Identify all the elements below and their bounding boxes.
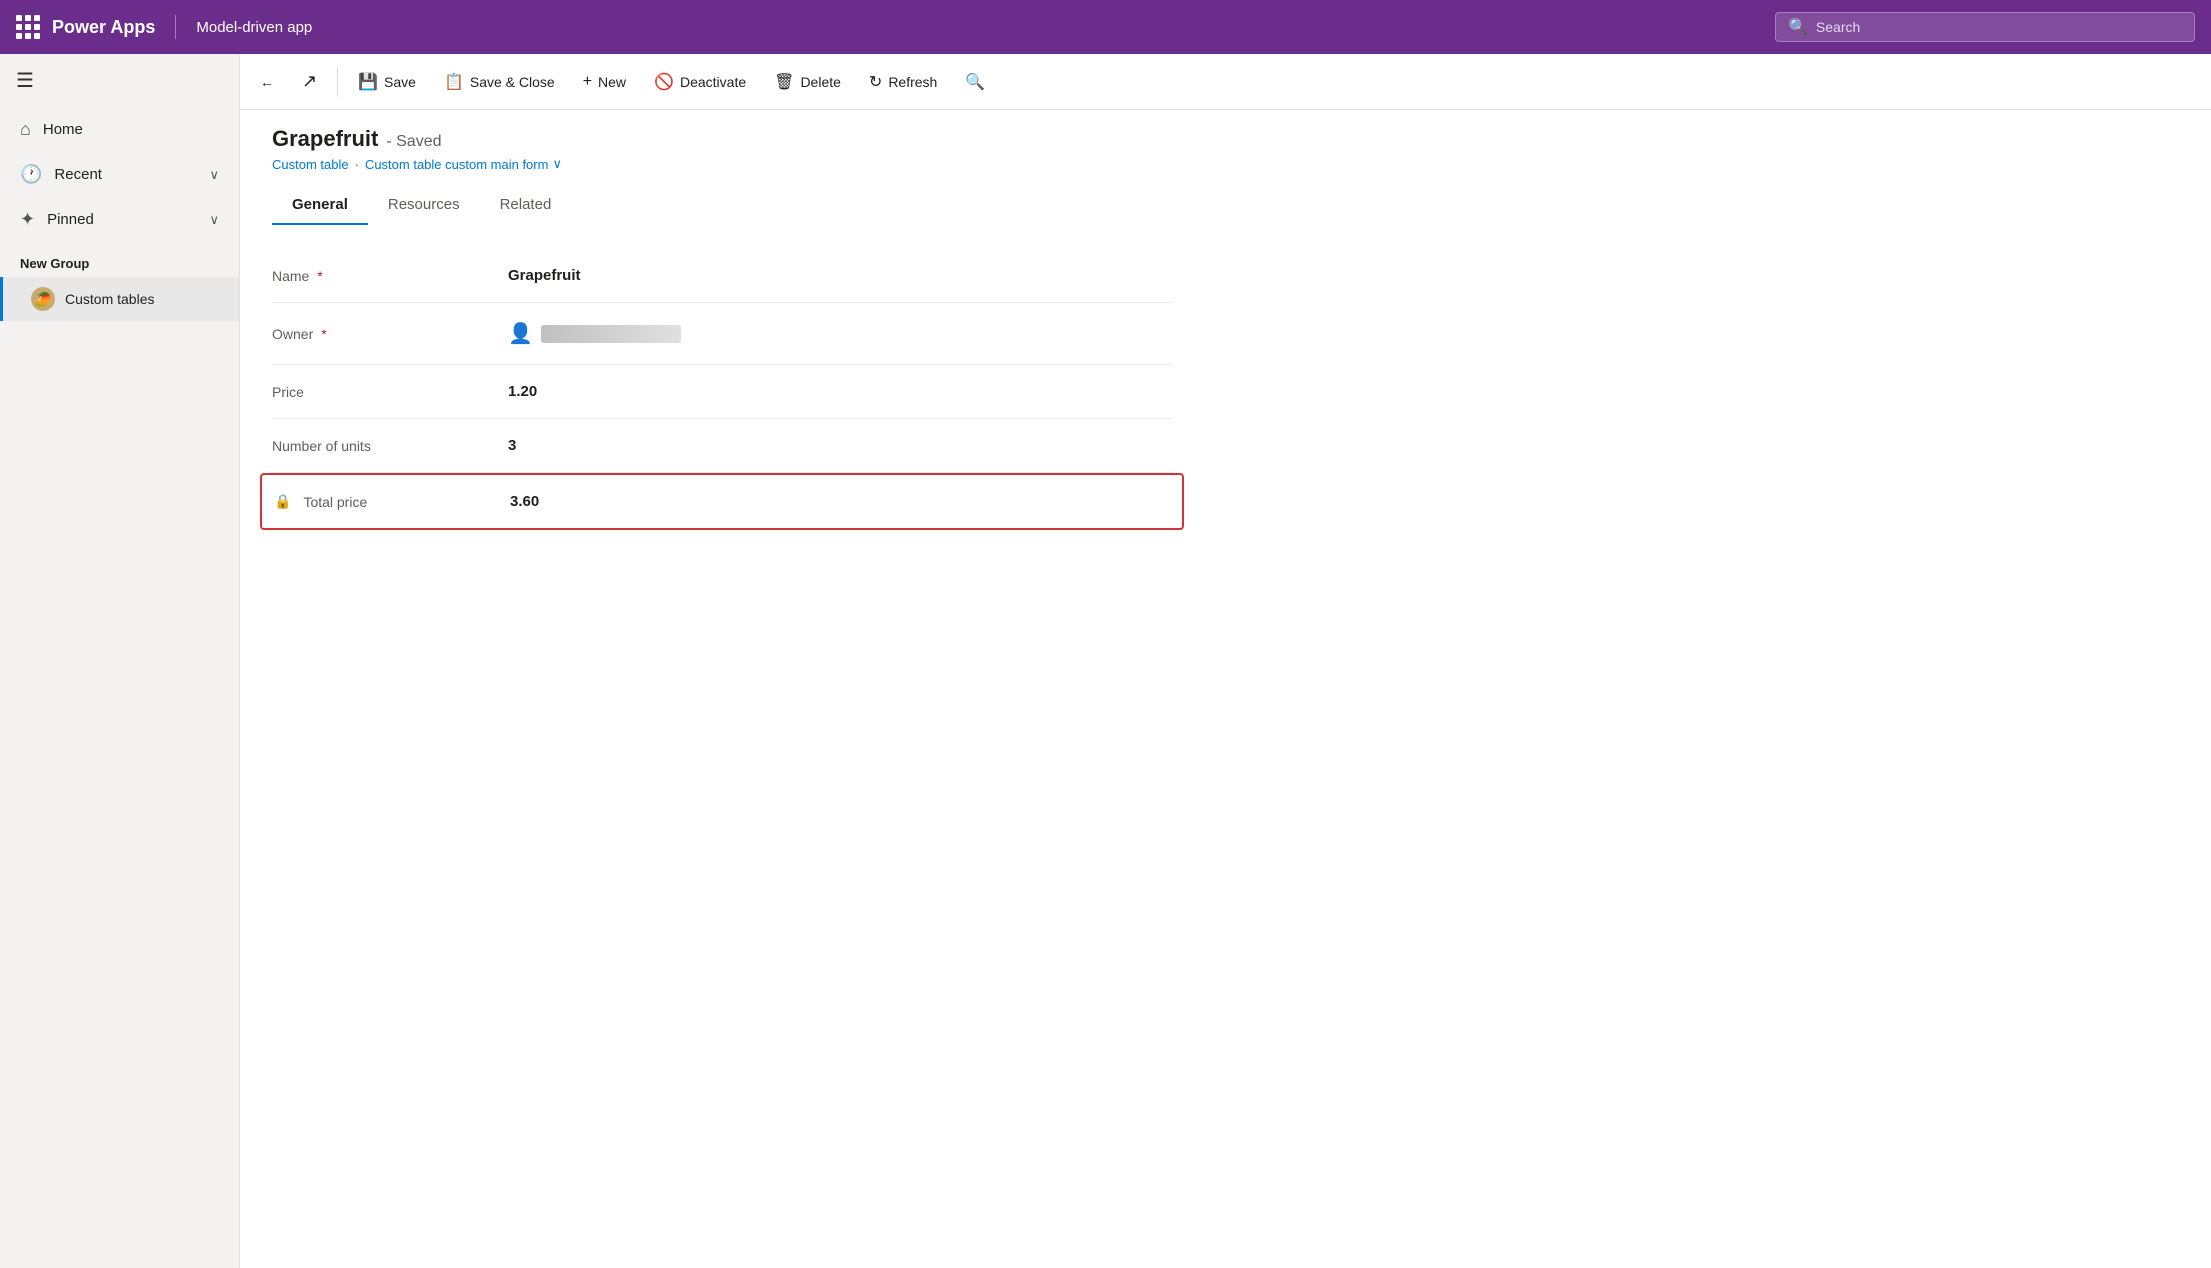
save-close-button[interactable]: 📋 Save & Close — [432, 64, 567, 100]
name-label: Name * — [272, 268, 492, 284]
app-name: Model-driven app — [196, 19, 312, 36]
refresh-button[interactable]: ↻ Refresh — [857, 64, 949, 100]
page-header: Grapefruit - Saved Custom table · Custom… — [240, 110, 2211, 225]
sidebar-item-pinned[interactable]: ✦ Pinned ∨ — [0, 197, 239, 242]
breadcrumb-table[interactable]: Custom table — [272, 157, 349, 172]
owner-required-star: * — [321, 326, 326, 342]
external-link-button[interactable]: ↗ — [290, 63, 329, 100]
price-label: Price — [272, 384, 492, 400]
toolbar-search-button[interactable]: 🔍 — [953, 64, 997, 100]
save-icon: 💾 — [358, 72, 378, 92]
sidebar: ☰ ⌂ Home 🕐 Recent ∨ ✦ Pinned ∨ New Group… — [0, 54, 240, 1268]
custom-tables-icon: 🥭 — [31, 287, 55, 311]
field-units: Number of units 3 — [272, 419, 1172, 473]
toolbar: ← ↗ 💾 Save 📋 Save & Close + New 🚫 Deacti… — [240, 54, 2211, 110]
chevron-down-icon: ∨ — [209, 167, 219, 183]
content-area: ← ↗ 💾 Save 📋 Save & Close + New 🚫 Deacti… — [240, 54, 2211, 1268]
save-close-label: Save & Close — [470, 74, 555, 90]
sidebar-item-custom-tables[interactable]: 🥭 Custom tables — [0, 277, 239, 321]
external-link-icon: ↗ — [302, 71, 317, 92]
hamburger-menu[interactable]: ☰ — [0, 54, 239, 107]
save-label: Save — [384, 74, 416, 90]
delete-button[interactable]: 🗑 Delete — [762, 64, 853, 100]
new-button[interactable]: + New — [571, 65, 638, 99]
breadcrumb: Custom table · Custom table custom main … — [272, 156, 2179, 172]
recent-icon: 🕐 — [20, 164, 42, 185]
search-box[interactable]: 🔍 — [1775, 12, 2195, 42]
total-price-label: 🔒 Total price — [274, 493, 494, 510]
tab-related[interactable]: Related — [480, 186, 572, 225]
lock-icon: 🔒 — [274, 493, 291, 510]
pin-icon: ✦ — [20, 209, 35, 230]
owner-name-blurred — [541, 325, 681, 343]
title-row: Grapefruit - Saved — [272, 126, 2179, 152]
main-layout: ☰ ⌂ Home 🕐 Recent ∨ ✦ Pinned ∨ New Group… — [0, 54, 2211, 1268]
owner-value-container[interactable]: 👤 — [508, 321, 681, 346]
breadcrumb-form-dropdown[interactable]: Custom table custom main form ∨ — [365, 156, 562, 172]
owner-label: Owner * — [272, 326, 492, 342]
delete-label: Delete — [800, 74, 840, 90]
new-icon: + — [583, 73, 592, 91]
refresh-label: Refresh — [888, 74, 937, 90]
field-name: Name * Grapefruit — [272, 249, 1172, 303]
refresh-icon: ↻ — [869, 72, 882, 92]
sidebar-group-label: New Group — [0, 242, 239, 277]
breadcrumb-form-label: Custom table custom main form — [365, 157, 549, 172]
toolbar-search-icon: 🔍 — [965, 72, 985, 92]
deactivate-button[interactable]: 🚫 Deactivate — [642, 64, 758, 100]
page-status: - Saved — [386, 133, 441, 151]
save-button[interactable]: 💾 Save — [346, 64, 428, 100]
sidebar-item-home[interactable]: ⌂ Home — [0, 107, 239, 152]
sidebar-item-recent[interactable]: 🕐 Recent ∨ — [0, 152, 239, 197]
deactivate-icon: 🚫 — [654, 72, 674, 92]
home-icon: ⌂ — [20, 119, 31, 140]
field-total-price: 🔒 Total price 3.60 — [260, 473, 1184, 530]
waffle-menu[interactable] — [16, 15, 40, 39]
page-title: Grapefruit — [272, 126, 378, 152]
save-close-icon: 📋 — [444, 72, 464, 92]
back-icon: ← — [260, 74, 274, 90]
price-value[interactable]: 1.20 — [508, 383, 537, 400]
units-label: Number of units — [272, 438, 492, 454]
field-price: Price 1.20 — [272, 365, 1172, 419]
top-bar: Power Apps Model-driven app 🔍 — [0, 0, 2211, 54]
total-price-value: 3.60 — [510, 493, 539, 510]
field-owner: Owner * 👤 — [272, 303, 1172, 365]
name-required-star: * — [317, 268, 322, 284]
name-value[interactable]: Grapefruit — [508, 267, 581, 284]
form-area: Name * Grapefruit Owner * 👤 — [240, 225, 2211, 1268]
chevron-down-icon: ∨ — [209, 212, 219, 228]
form-section: Name * Grapefruit Owner * 👤 — [272, 249, 1172, 530]
breadcrumb-chevron-icon: ∨ — [552, 156, 562, 172]
breadcrumb-separator: · — [355, 157, 359, 172]
search-icon: 🔍 — [1788, 17, 1808, 37]
sidebar-recent-label: Recent — [54, 166, 102, 183]
toolbar-divider — [337, 67, 338, 97]
back-button[interactable]: ← — [248, 66, 286, 98]
top-bar-divider — [175, 15, 176, 39]
tab-general[interactable]: General — [272, 186, 368, 225]
sidebar-pinned-label: Pinned — [47, 211, 94, 228]
delete-icon: 🗑 — [774, 72, 794, 92]
tabs: General Resources Related — [272, 186, 2179, 225]
app-logo: Power Apps — [52, 17, 155, 38]
deactivate-label: Deactivate — [680, 74, 746, 90]
units-value[interactable]: 3 — [508, 437, 516, 454]
search-input[interactable] — [1816, 19, 2182, 35]
user-icon: 👤 — [508, 321, 533, 346]
new-label: New — [598, 74, 626, 90]
sidebar-custom-tables-label: Custom tables — [65, 291, 154, 307]
sidebar-home-label: Home — [43, 121, 83, 138]
tab-resources[interactable]: Resources — [368, 186, 480, 225]
